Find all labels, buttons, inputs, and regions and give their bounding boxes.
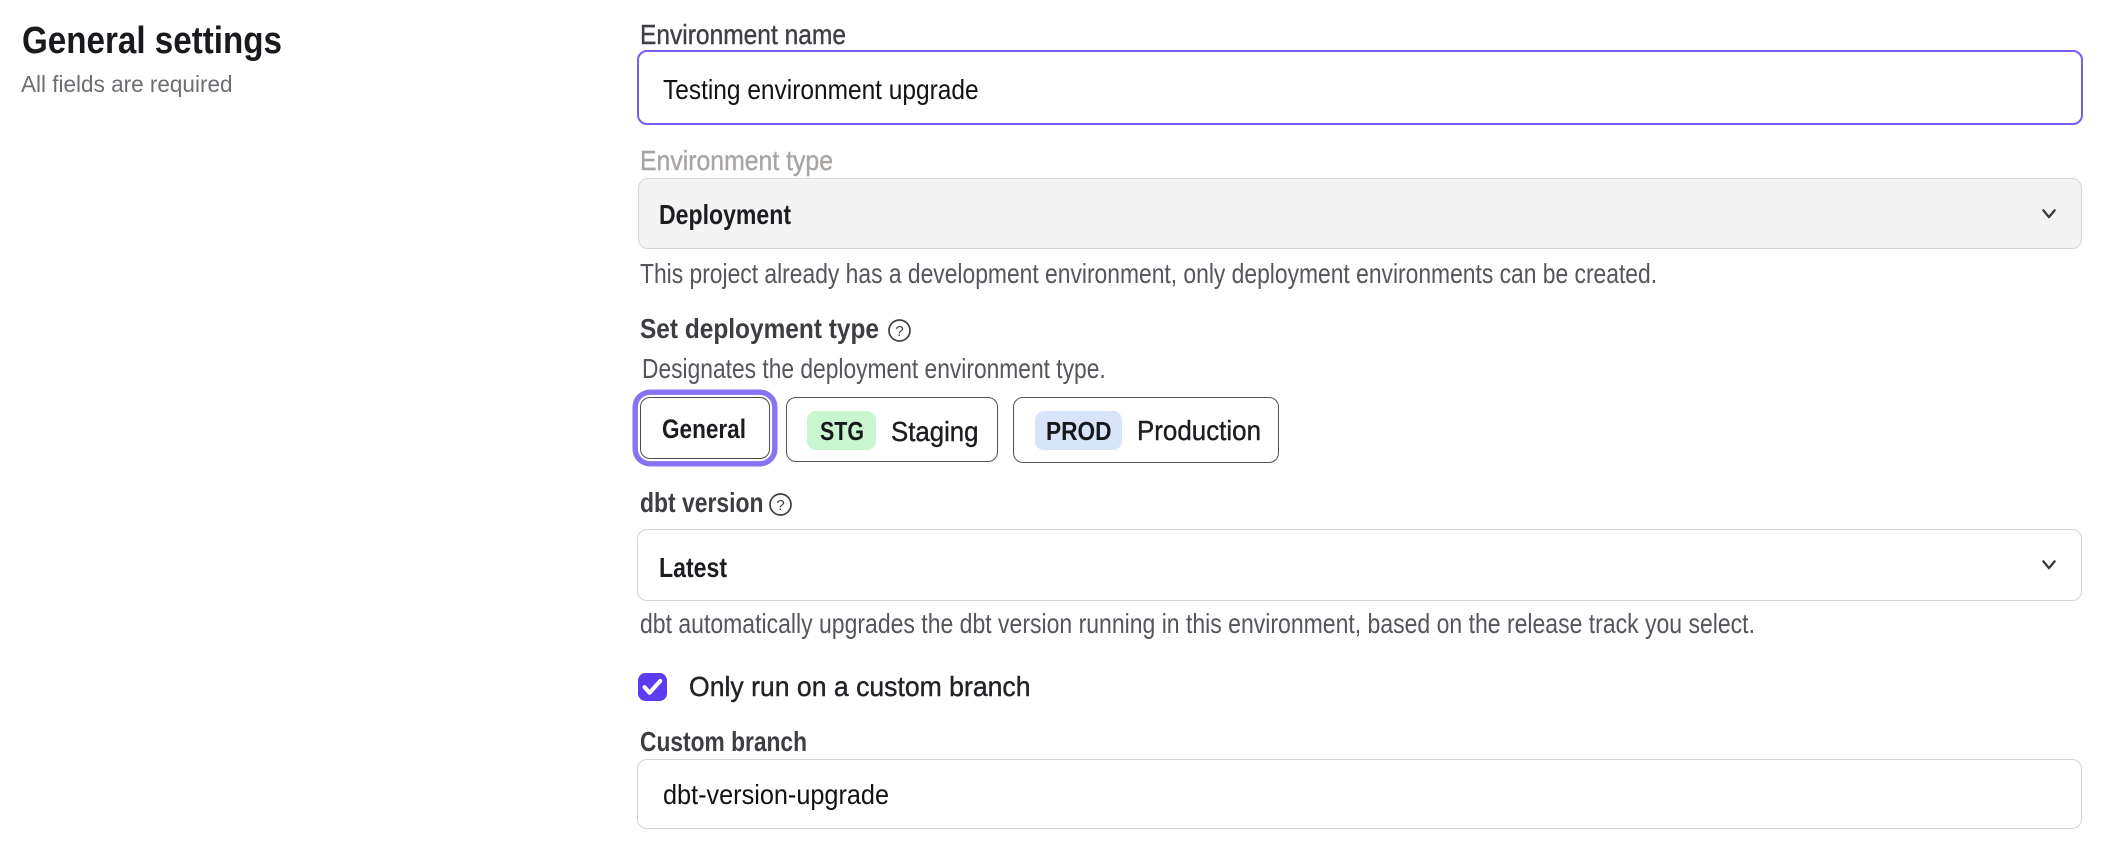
svg-text:?: ? — [776, 496, 784, 513]
svg-text:?: ? — [896, 323, 904, 340]
